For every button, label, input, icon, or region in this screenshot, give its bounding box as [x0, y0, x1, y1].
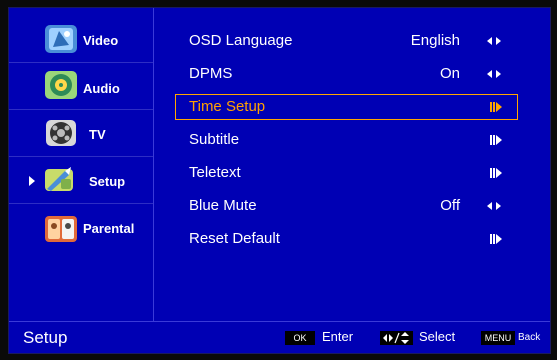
menu-item-reset-default[interactable]: Reset Default: [175, 226, 518, 252]
enter-arrow-icon[interactable]: [490, 168, 504, 179]
menu-item-blue-mute[interactable]: Blue Mute Off: [175, 193, 518, 219]
navigate-arrows-icon: [380, 331, 413, 345]
menu-item-label: Teletext: [189, 164, 241, 181]
menu-key-badge: MENU: [481, 331, 515, 345]
footer-bar: Setup OK Enter Select MENU Back: [9, 321, 550, 353]
parental-icon: [45, 216, 77, 242]
menu-item-label: OSD Language: [189, 32, 293, 49]
footer-title: Setup: [23, 328, 68, 347]
category-sidebar: Video Audio TV Setup Parental: [9, 8, 154, 321]
sidebar-item-video[interactable]: Video: [9, 16, 153, 63]
ok-key-badge: OK: [285, 331, 315, 345]
menu-item-label: Blue Mute: [189, 197, 257, 214]
sidebar-item-setup[interactable]: Setup: [9, 157, 153, 204]
sidebar-item-label: Audio: [83, 81, 120, 96]
audio-icon: [45, 71, 77, 99]
enter-arrow-icon[interactable]: [490, 234, 504, 245]
menu-item-label: Time Setup: [189, 98, 266, 115]
menu-item-dpms[interactable]: DPMS On: [175, 61, 518, 87]
menu-item-subtitle[interactable]: Subtitle: [175, 127, 518, 153]
setup-icon: [45, 167, 73, 191]
sidebar-item-audio[interactable]: Audio: [9, 63, 153, 110]
menu-item-value: Off: [440, 197, 460, 214]
video-icon: [45, 25, 77, 53]
tv-icon: [46, 120, 76, 146]
osd-screen: Video Audio TV Setup Parental OSD Langua…: [8, 7, 551, 354]
active-indicator-arrow-icon: [29, 176, 35, 186]
menu-item-label: DPMS: [189, 65, 233, 82]
sidebar-item-label: Setup: [89, 174, 126, 189]
left-right-arrows-icon[interactable]: [487, 37, 503, 47]
menu-item-time-setup[interactable]: Time Setup: [175, 94, 518, 120]
sidebar-item-label: Video: [83, 33, 119, 48]
menu-item-osd-language[interactable]: OSD Language English: [175, 28, 518, 54]
menu-item-value: On: [439, 65, 460, 82]
enter-hint: Enter: [322, 329, 354, 344]
sidebar-item-tv[interactable]: TV: [9, 110, 153, 157]
menu-item-value: English: [410, 32, 460, 49]
enter-arrow-icon[interactable]: [490, 102, 504, 113]
menu-item-label: Reset Default: [189, 230, 280, 247]
left-right-arrows-icon[interactable]: [487, 70, 503, 80]
menu-item-label: Subtitle: [189, 131, 240, 148]
left-right-arrows-icon[interactable]: [487, 202, 503, 212]
sidebar-item-parental[interactable]: Parental: [9, 204, 153, 250]
menu-item-teletext[interactable]: Teletext: [175, 160, 518, 186]
sidebar-item-label: Parental: [83, 221, 135, 236]
select-hint: Select: [419, 329, 456, 344]
sidebar-item-label: TV: [89, 127, 106, 142]
enter-arrow-icon[interactable]: [490, 135, 504, 146]
back-hint: Back: [518, 332, 541, 343]
